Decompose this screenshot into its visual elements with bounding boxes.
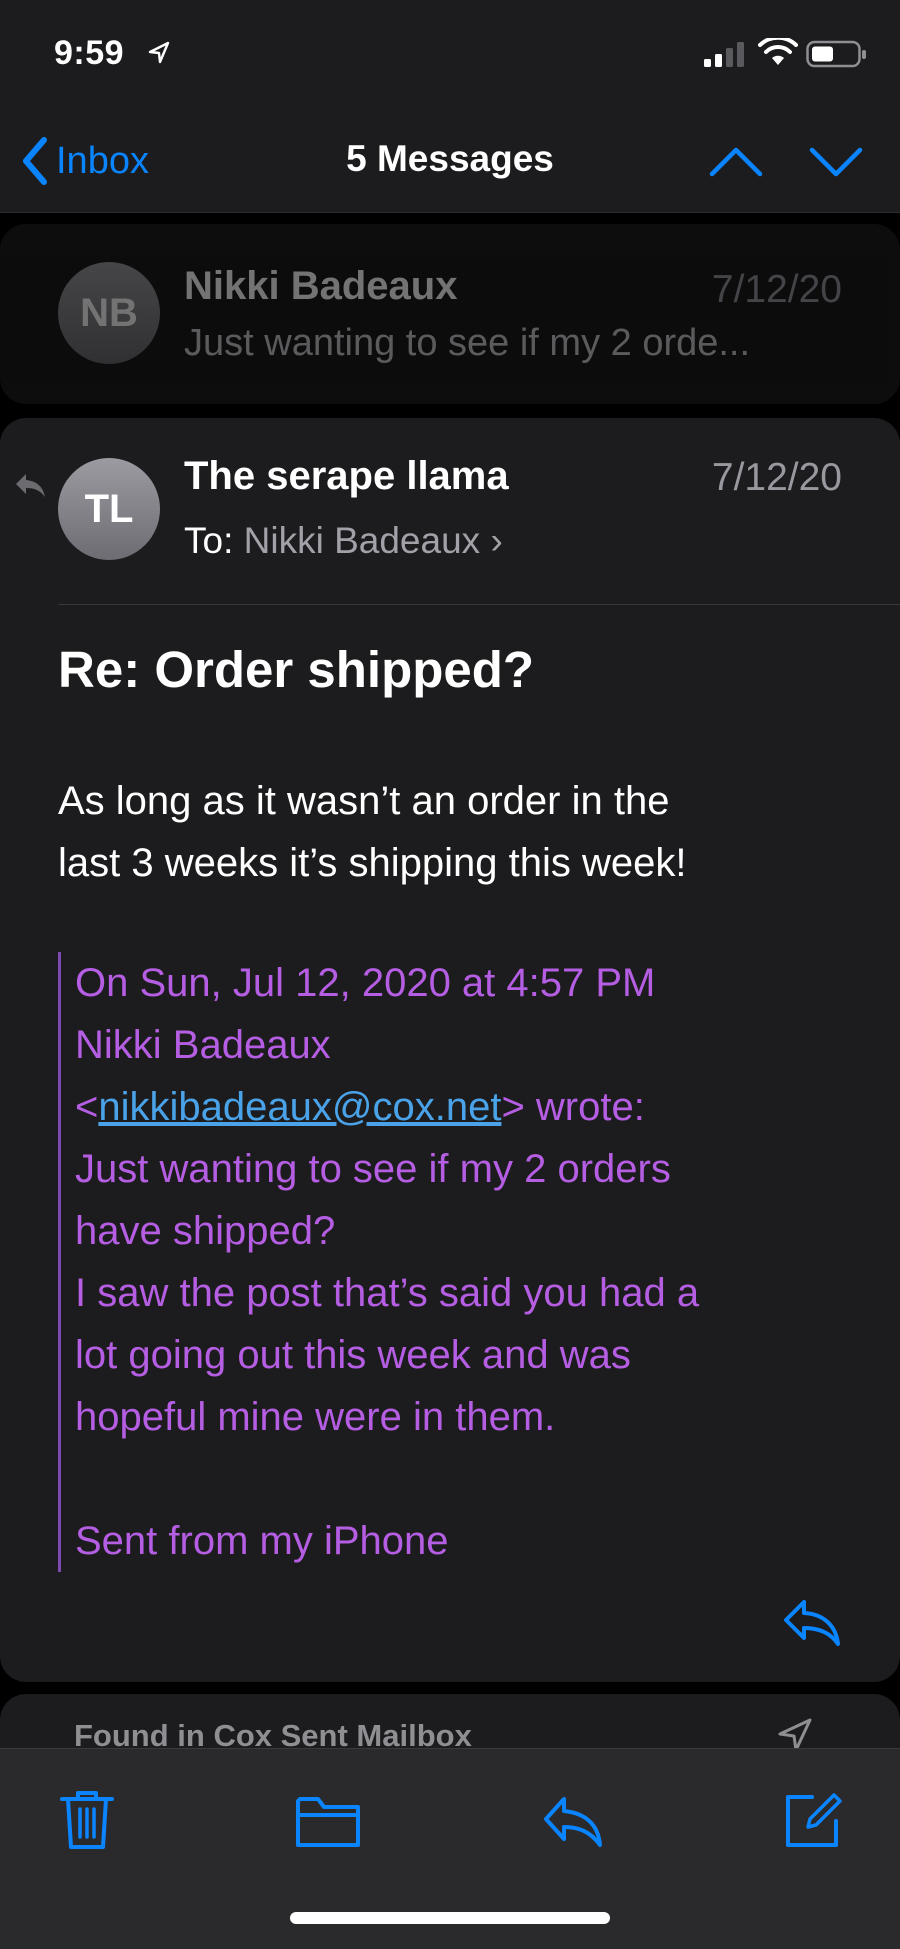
reply-icon[interactable]	[540, 1787, 606, 1853]
avatar: NB	[58, 262, 160, 364]
message-subject: Re: Order shipped?	[58, 641, 535, 698]
recipient-name: Nikki Badeaux	[243, 520, 481, 561]
status-bar: 9:59	[0, 0, 900, 110]
body-line: last 3 weeks it’s shipping this week!	[58, 841, 687, 885]
previous-message-chevron-up-icon[interactable]	[706, 140, 766, 184]
sender-name[interactable]: The serape llama	[184, 454, 509, 499]
quote-line: hopeful mine were in them.	[75, 1395, 556, 1439]
quote-header: On Sun, Jul 12, 2020 at 4:57 PM	[75, 961, 656, 1005]
header-divider	[58, 604, 900, 605]
wifi-icon	[758, 38, 798, 65]
avatar: TL	[58, 458, 160, 560]
folder-icon[interactable]	[294, 1787, 362, 1853]
quote-line: I saw the post that’s said you had a	[75, 1271, 700, 1315]
quote-email-line: <nikkibadeaux@cox.net> wrote:	[75, 1085, 645, 1129]
back-to-inbox-button[interactable]: Inbox	[18, 132, 149, 190]
chevron-right-icon: ›	[490, 520, 503, 561]
message-preview: Just wanting to see if my 2 orde...	[184, 322, 751, 364]
status-time: 9:59	[54, 34, 125, 72]
next-message-chevron-down-icon[interactable]	[806, 140, 866, 184]
back-label: Inbox	[56, 139, 149, 182]
quote-line: have shipped?	[75, 1209, 336, 1253]
quote-line: lot going out this week and was	[75, 1333, 631, 1377]
navigation-bar: Inbox 5 Messages	[0, 110, 900, 213]
battery-icon	[806, 40, 866, 68]
trash-icon[interactable]	[54, 1787, 120, 1853]
recipient-line[interactable]: To: Nikki Badeaux ›	[184, 520, 503, 562]
open-message-card: TL The serape llama 7/12/20 To: Nikki Ba…	[0, 418, 900, 1682]
quote-spacer	[75, 1448, 875, 1510]
message-date: 7/12/20	[711, 456, 842, 499]
collapsed-message-card[interactable]: NB Nikki Badeaux 7/12/20 Just wanting to…	[0, 224, 900, 404]
chevron-left-icon	[23, 137, 47, 185]
to-label: To:	[184, 520, 234, 561]
quoted-message: On Sun, Jul 12, 2020 at 4:57 PM Nikki Ba…	[58, 952, 875, 1572]
quote-signature: Sent from my iPhone	[75, 1519, 449, 1563]
replied-indicator-icon	[16, 474, 45, 497]
sender-name: Nikki Badeaux	[184, 264, 458, 308]
compose-icon[interactable]	[780, 1787, 846, 1853]
quote-line: Just wanting to see if my 2 orders	[75, 1147, 671, 1191]
message-date: 7/12/20	[711, 268, 842, 311]
reply-button-icon[interactable]	[780, 1594, 844, 1650]
location-arrow-icon	[148, 41, 170, 64]
email-link[interactable]: nikkibadeaux@cox.net	[98, 1085, 501, 1129]
quote-author: Nikki Badeaux	[75, 1023, 331, 1067]
home-indicator	[290, 1912, 610, 1924]
body-line: As long as it wasn’t an order in the	[58, 779, 670, 823]
cellular-signal-icon	[704, 42, 744, 67]
message-body: As long as it wasn’t an order in the las…	[58, 770, 858, 894]
